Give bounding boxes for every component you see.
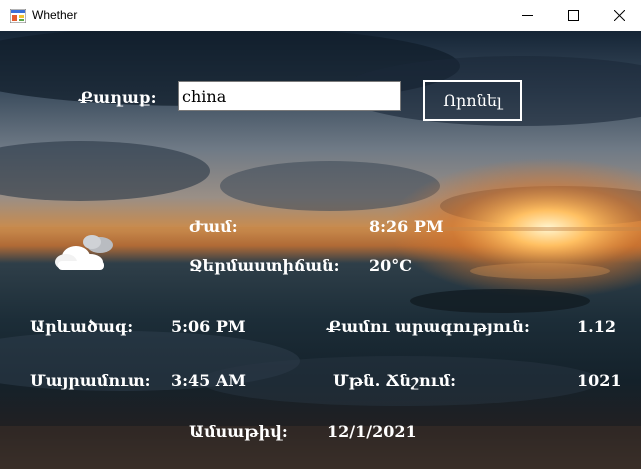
pressure-value: 1021 (577, 371, 622, 390)
maximize-button[interactable] (551, 0, 597, 31)
window-title: Whether (32, 8, 78, 22)
temperature-label: Ջերմաստիճան: (189, 256, 340, 275)
city-input[interactable] (178, 81, 401, 111)
sunset-label: Մայրամուտ: (30, 371, 151, 390)
pressure-label: Մթն. Ճնշում: (333, 371, 457, 390)
time-value: 8:26 PM (369, 217, 444, 236)
close-icon (614, 10, 625, 21)
sunset-value: 3:45 AM (171, 371, 246, 390)
title-bar[interactable]: Whether (0, 0, 641, 31)
partly-cloudy-night-icon (55, 235, 113, 270)
minimize-icon (522, 15, 533, 16)
date-label: Ամսաթիվ: (189, 422, 288, 441)
sunrise-label: Արևածագ: (30, 317, 134, 336)
temperature-value: 20°C (369, 256, 412, 275)
sunrise-value: 5:06 PM (171, 317, 246, 336)
app-window: Whether Քաղաք: china Որոնել Ժամ: 8:26 PM… (0, 0, 641, 469)
time-label: Ժամ: (189, 217, 238, 236)
close-button[interactable] (597, 0, 641, 31)
wind-speed-value: 1.12 (577, 317, 616, 336)
city-label: Քաղաք: (79, 88, 157, 107)
maximize-icon (568, 10, 579, 21)
search-button[interactable]: Որոնել (423, 80, 522, 121)
app-icon (10, 9, 26, 23)
minimize-button[interactable] (505, 0, 551, 31)
wind-speed-label: Քամու արագություն: (327, 317, 530, 336)
date-value: 12/1/2021 (327, 422, 417, 441)
